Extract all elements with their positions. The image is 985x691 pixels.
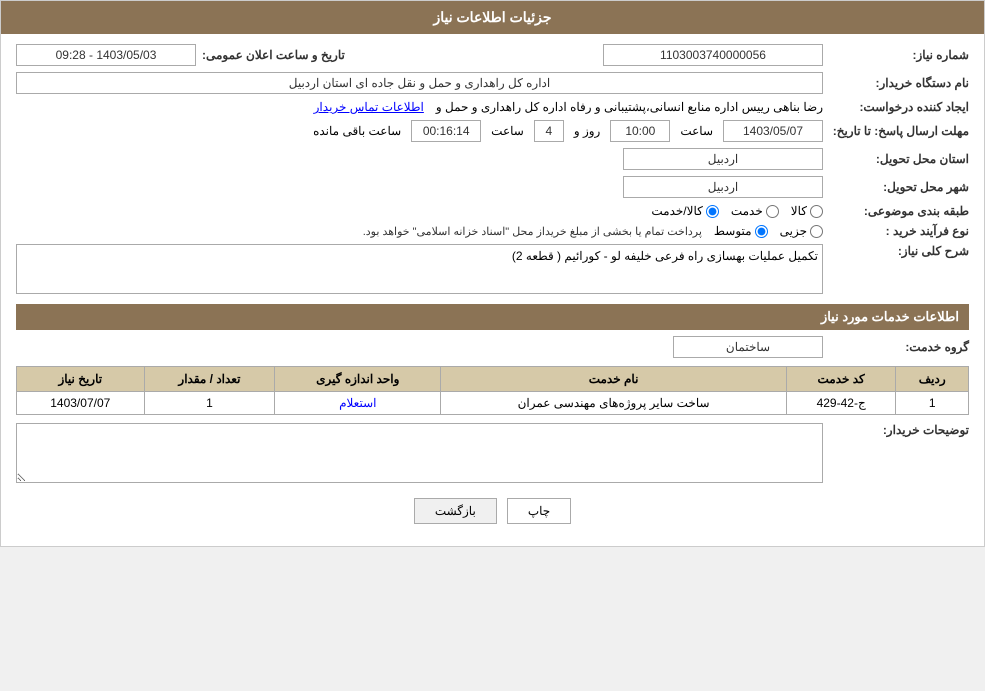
group-service-row: گروه خدمت: ساختمان <box>16 336 969 358</box>
requester-row: ایجاد کننده درخواست: رضا بناهی رییس ادار… <box>16 100 969 114</box>
province-label: استان محل تحویل: <box>829 152 969 166</box>
group-service-label: گروه خدمت: <box>829 340 969 354</box>
category-kala-radio[interactable] <box>810 205 823 218</box>
city-value: اردبیل <box>623 176 823 198</box>
city-label: شهر محل تحویل: <box>829 180 969 194</box>
remaining-time-label: ساعت <box>487 124 528 138</box>
services-section-header: اطلاعات خدمات مورد نیاز <box>16 304 969 330</box>
cell-service-code: ج-42-429 <box>786 392 895 415</box>
cell-date: 1403/07/07 <box>17 392 145 415</box>
category-kala-khedmat-radio[interactable] <box>706 205 719 218</box>
response-days-value: 4 <box>534 120 564 142</box>
buyer-desc-container <box>16 423 823 486</box>
buyer-org-label: نام دستگاه خریدار: <box>829 76 969 90</box>
buyer-desc-row: توضیحات خریدار: <box>16 423 969 486</box>
announcement-date-value: 1403/05/03 - 09:28 <box>16 44 196 66</box>
response-deadline-row: مهلت ارسال پاسخ: تا تاریخ: 1403/05/07 سا… <box>16 120 969 142</box>
time-label: ساعت <box>676 124 717 138</box>
category-kala-item: کالا <box>791 204 823 218</box>
process-jozvi-radio[interactable] <box>810 225 823 238</box>
need-description-value: تکمیل عملیات بهسازی راه فرعی خلیفه لو - … <box>16 244 823 294</box>
need-description-row: شرح کلی نیاز: تکمیل عملیات بهسازی راه فر… <box>16 244 969 294</box>
col-service-code: کد خدمت <box>786 367 895 392</box>
need-description-label: شرح کلی نیاز: <box>829 244 969 258</box>
print-button[interactable]: چاپ <box>507 498 571 524</box>
remaining-time-value: 00:16:14 <box>411 120 481 142</box>
requester-value: رضا بناهی رییس اداره منابع انسانی،پشتیبا… <box>436 100 823 114</box>
services-section-label: اطلاعات خدمات مورد نیاز <box>821 309 959 324</box>
col-date: تاریخ نیاز <box>17 367 145 392</box>
category-kala-khedmat-item: کالا/خدمت <box>651 204 718 218</box>
page-header: جزئیات اطلاعات نیاز <box>1 1 984 34</box>
col-service-name: نام خدمت <box>441 367 787 392</box>
need-description-box: تکمیل عملیات بهسازی راه فرعی خلیفه لو - … <box>16 244 823 294</box>
response-date-value: 1403/05/07 <box>723 120 823 142</box>
cell-service-name: ساخت سایر پروژه‌های مهندسی عمران <box>441 392 787 415</box>
need-number-value: 1103003740000056 <box>603 44 823 66</box>
requester-label: ایجاد کننده درخواست: <box>829 100 969 114</box>
buyer-desc-label: توضیحات خریدار: <box>829 423 969 437</box>
process-mutavasset-radio[interactable] <box>755 225 768 238</box>
table-header-row: ردیف کد خدمت نام خدمت واحد اندازه گیری ت… <box>17 367 969 392</box>
process-mutavasset-item: متوسط <box>714 224 768 238</box>
process-jozvi-label: جزیی <box>780 224 807 238</box>
category-khedmat-item: خدمت <box>731 204 779 218</box>
page-title: جزئیات اطلاعات نیاز <box>433 9 551 25</box>
province-value: اردبیل <box>623 148 823 170</box>
content-area: شماره نیاز: 1103003740000056 تاریخ و ساع… <box>1 34 984 546</box>
category-radio-group: کالا خدمت کالا/خدمت <box>651 204 823 218</box>
days-label: روز و <box>570 124 605 138</box>
page-wrapper: جزئیات اطلاعات نیاز شماره نیاز: 11030037… <box>0 0 985 547</box>
button-row: چاپ بازگشت <box>16 498 969 524</box>
need-number-row: شماره نیاز: 1103003740000056 تاریخ و ساع… <box>16 44 969 66</box>
cell-row-num: 1 <box>896 392 969 415</box>
province-row: استان محل تحویل: اردبیل <box>16 148 969 170</box>
services-table-section: ردیف کد خدمت نام خدمت واحد اندازه گیری ت… <box>16 366 969 415</box>
process-note: پرداخت تمام یا بخشی از مبلغ خریداز محل "… <box>363 225 702 238</box>
process-mutavasset-label: متوسط <box>714 224 752 238</box>
group-service-value: ساختمان <box>673 336 823 358</box>
services-table: ردیف کد خدمت نام خدمت واحد اندازه گیری ت… <box>16 366 969 415</box>
category-kala-khedmat-label: کالا/خدمت <box>651 204 702 218</box>
buyer-org-value: اداره کل راهداری و حمل و نقل جاده ای است… <box>16 72 823 94</box>
process-jozvi-item: جزیی <box>780 224 823 238</box>
category-khedmat-radio[interactable] <box>766 205 779 218</box>
city-row: شهر محل تحویل: اردبیل <box>16 176 969 198</box>
cell-quantity: 1 <box>144 392 275 415</box>
category-khedmat-label: خدمت <box>731 204 763 218</box>
remaining-label: ساعت باقی مانده <box>309 124 405 138</box>
buyer-desc-textarea[interactable] <box>16 423 823 483</box>
process-row: نوع فرآیند خرید : جزیی متوسط پرداخت تمام… <box>16 224 969 238</box>
response-deadline-label: مهلت ارسال پاسخ: تا تاریخ: <box>829 124 969 138</box>
col-unit: واحد اندازه گیری <box>275 367 441 392</box>
col-quantity: تعداد / مقدار <box>144 367 275 392</box>
buyer-org-row: نام دستگاه خریدار: اداره کل راهداری و حم… <box>16 72 969 94</box>
requester-link[interactable]: اطلاعات تماس خریدار <box>314 100 424 114</box>
process-radio-group: جزیی متوسط پرداخت تمام یا بخشی از مبلغ خ… <box>363 224 823 238</box>
table-row: 1 ج-42-429 ساخت سایر پروژه‌های مهندسی عم… <box>17 392 969 415</box>
back-button[interactable]: بازگشت <box>414 498 497 524</box>
need-number-label: شماره نیاز: <box>829 48 969 62</box>
response-time-value: 10:00 <box>610 120 670 142</box>
category-label: طبقه بندی موضوعی: <box>829 204 969 218</box>
category-row: طبقه بندی موضوعی: کالا خدمت کالا/خدمت <box>16 204 969 218</box>
category-kala-label: کالا <box>791 204 807 218</box>
col-row-num: ردیف <box>896 367 969 392</box>
announcement-datetime-label: تاریخ و ساعت اعلان عمومی: <box>202 48 345 62</box>
cell-unit: استعلام <box>275 392 441 415</box>
process-label: نوع فرآیند خرید : <box>829 224 969 238</box>
